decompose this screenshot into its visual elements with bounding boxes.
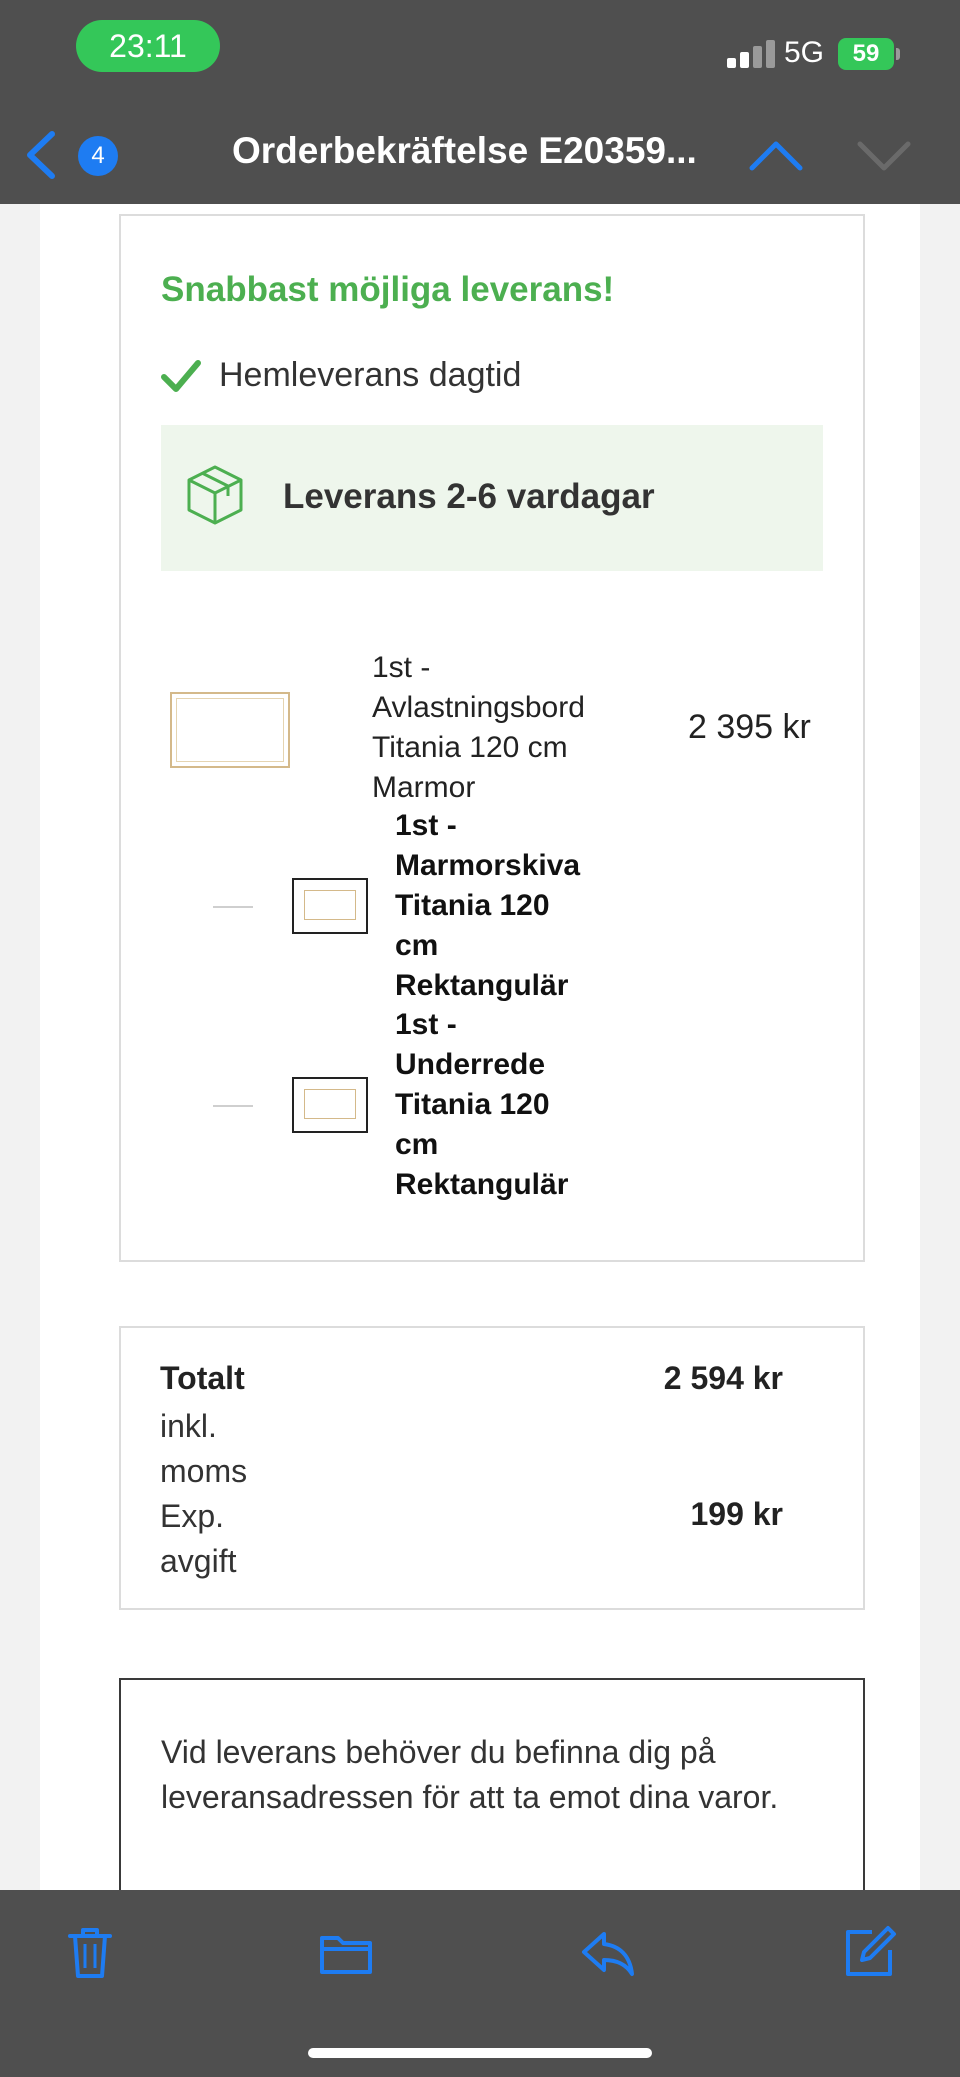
sub-item-dash [213,906,253,908]
chevron-left-icon [27,131,55,179]
status-time: 23:11 [76,20,220,72]
delivery-method: Hemleverans dagtid [219,356,522,394]
total-vat-note: inkl. moms [160,1404,247,1494]
chevron-down-icon [857,141,911,171]
network-type: 5G [784,36,825,69]
sub-item-description[interactable]: 1st - Marmorskiva Titania 120 cm Rektang… [395,806,615,1006]
home-indicator[interactable] [308,2048,652,2058]
unread-count-badge: 4 [78,136,118,176]
total-vat-line: inkl. [160,1408,217,1444]
sub-item-line: cm [395,929,439,962]
total-vat-line: moms [160,1453,248,1489]
sub-item-line: 1st - [395,809,457,842]
nav-bar: 4 Orderbekräftelse E20359... [0,106,960,204]
back-button[interactable] [22,130,62,180]
main-item-price: 2 395 kr [688,708,811,746]
delete-button[interactable] [62,1924,118,1980]
main-item-line: Marmor [372,771,476,804]
main-item-line: Avlastningsbord [372,691,585,724]
sub-item-line: Titania 120 [395,889,550,922]
delivery-window: Leverans 2-6 vardagar [283,477,655,516]
battery-level: 59 [838,38,894,70]
delivery-notice: Vid leverans behöver du befinna dig på l… [161,1734,779,1815]
status-bar: 23:11 5G 59 [0,0,960,106]
next-message-button[interactable] [856,136,912,176]
email-subject: Orderbekräftelse E20359... [232,130,697,171]
product-thumbnail[interactable] [170,692,290,768]
main-item-line: 1st - [372,651,431,684]
trash-icon [68,1928,112,1978]
previous-message-button[interactable] [748,136,804,176]
battery-icon [896,48,900,60]
checkmark-icon [161,360,201,392]
delivery-window-box: Leverans 2-6 vardagar [161,425,823,571]
package-icon [187,465,243,525]
sub-item-line: Rektangulär [395,1168,569,1201]
main-item-line: Titania 120 cm [372,731,568,764]
compose-button[interactable] [842,1924,898,1980]
main-item-description[interactable]: 1st - Avlastningsbord Titania 120 cm Mar… [372,648,632,808]
sub-item-line: Underrede [395,1048,546,1081]
fee-value: 199 kr [690,1496,783,1532]
sub-item-line: cm [395,1128,439,1161]
fee-label-line: avgift [160,1543,237,1579]
sub-item-line: Marmorskiva [395,849,581,882]
sub-item-description[interactable]: 1st - Underrede Titania 120 cm Rektangul… [395,1005,615,1205]
chevron-up-icon [749,141,803,171]
sub-item-dash [213,1105,253,1107]
total-value: 2 594 kr [663,1360,783,1396]
reply-icon [582,1932,634,1976]
delivery-promo-heading: Snabbast möjliga leverans! [161,270,615,309]
compose-icon [846,1926,896,1976]
folder-icon [320,1936,372,1974]
move-folder-button[interactable] [318,1924,374,1980]
bottom-toolbar [0,1890,960,2077]
signal-icon [727,40,777,68]
sub-item-line: Titania 120 [395,1088,550,1121]
reply-button[interactable] [580,1924,636,1980]
sub-item-line: Rektangulär [395,969,569,1002]
sub-item-line: 1st - [395,1008,457,1041]
sub-item-thumbnail[interactable] [292,878,368,934]
fee-label-line: Exp. [160,1498,225,1534]
fee-label: Exp. avgift [160,1494,300,1584]
total-label: Totalt [160,1360,245,1396]
sub-item-thumbnail[interactable] [292,1077,368,1133]
